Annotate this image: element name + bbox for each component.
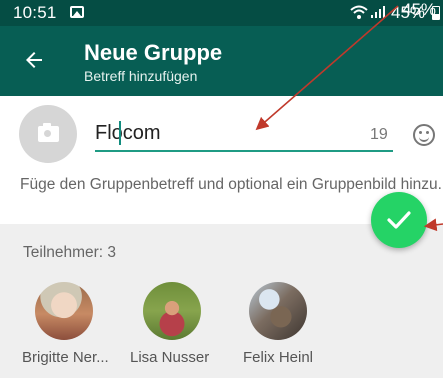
text-cursor [119, 121, 121, 145]
page-title: Neue Gruppe [84, 40, 223, 65]
group-subject-input[interactable]: Flocom [95, 118, 393, 152]
status-bar: 10:51 45% [0, 0, 443, 26]
participant-name: Felix Heinl [243, 349, 314, 366]
checkmark-icon [387, 211, 411, 229]
app-bar: Neue Gruppe Betreff hinzufügen [0, 26, 443, 96]
group-subject-value: Flocom [95, 122, 161, 144]
camera-icon [38, 123, 59, 142]
participant-item[interactable]: Felix Heinl [243, 280, 343, 370]
page-subtitle: Betreff hinzufügen [84, 68, 198, 84]
wifi-icon [350, 5, 368, 19]
participants-count: Teilnehmer: 3 [23, 244, 117, 261]
subject-hint: Füge den Gruppenbetreff und optional ein… [20, 176, 442, 193]
participants-section: Teilnehmer: 3 Brigitte Ner... Lisa Nusse… [0, 224, 443, 378]
participant-name: Lisa Nusser [130, 349, 210, 366]
group-photo-button[interactable] [19, 105, 77, 163]
status-time: 10:51 [13, 3, 57, 22]
remaining-char-count: 19 [370, 126, 388, 143]
participant-name: Brigitte Ner... [22, 349, 109, 366]
avatar [35, 282, 93, 340]
signal-icon [371, 6, 385, 18]
avatar [249, 282, 307, 340]
emoji-icon[interactable] [413, 124, 435, 146]
gallery-icon [70, 6, 84, 18]
arrow-left-icon[interactable] [22, 48, 46, 72]
annotation-label: 45% [402, 0, 437, 19]
confirm-button[interactable] [371, 192, 427, 248]
participant-item[interactable]: Brigitte Ner... [22, 280, 122, 370]
participant-item[interactable]: Lisa Nusser [130, 280, 230, 370]
avatar [143, 282, 201, 340]
